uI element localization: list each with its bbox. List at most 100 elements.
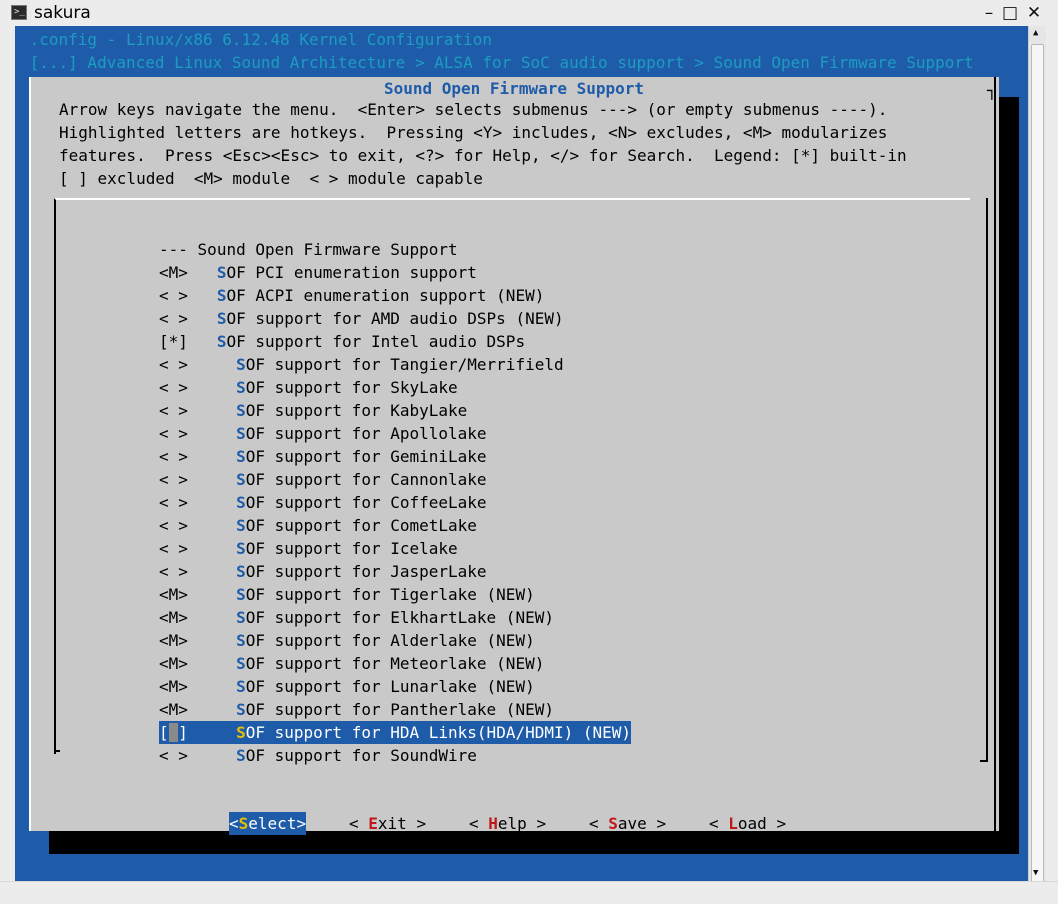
menu-item-hotkey: S	[236, 493, 246, 512]
button-hotkey: E	[368, 814, 378, 833]
menu-item-hotkey: S	[236, 516, 246, 535]
window-bottom-border	[0, 881, 1058, 904]
terminal-icon: >_	[11, 5, 27, 20]
menu-item-label: OF PCI enumeration support	[226, 263, 477, 282]
menu-item[interactable]: < > SOF support for SkyLake	[159, 376, 458, 399]
menu-item-hotkey: S	[236, 447, 246, 466]
window-titlebar: >_ sakura – □ ✕	[0, 0, 1058, 26]
menu-item[interactable]: < > SOF support for Tangier/Merrifield	[159, 353, 564, 376]
menu-item-label: OF support for Alderlake (NEW)	[245, 631, 535, 650]
menu-item-label: Sound Open Firmware Support	[197, 240, 458, 259]
menu-item[interactable]: <M> SOF support for Alderlake (NEW)	[159, 629, 535, 652]
menu-item-state: < >	[159, 562, 188, 581]
breadcrumb: [...] Advanced Linux Sound Architecture …	[20, 53, 974, 72]
menu-item-label: OF support for KabyLake	[245, 401, 468, 420]
menu-item-hotkey: S	[236, 539, 246, 558]
close-button[interactable]: ✕	[1024, 3, 1044, 23]
menu-item-state: [ ]	[159, 723, 188, 742]
menu-item-state: < >	[159, 470, 188, 489]
select-button[interactable]: <Select>	[229, 812, 307, 835]
button-hotkey: S	[608, 814, 618, 833]
menu-item-hotkey: S	[236, 723, 246, 742]
menu-item-label: OF support for Pantherlake (NEW)	[245, 700, 554, 719]
menu-item-hotkey: S	[236, 746, 246, 765]
menu-item-state: [*]	[159, 332, 188, 351]
menu-item[interactable]: <M> SOF support for Tigerlake (NEW)	[159, 583, 535, 606]
menu-item[interactable]: < > SOF support for KabyLake	[159, 399, 467, 422]
menu-item[interactable]: <M> SOF support for Pantherlake (NEW)	[159, 698, 554, 721]
menu-item-hotkey: S	[236, 470, 246, 489]
menu-item-label: OF ACPI enumeration support (NEW)	[226, 286, 545, 305]
exit-button[interactable]: < Exit >	[349, 812, 426, 835]
menu-item-state: <M>	[159, 263, 188, 282]
menu-item-label: OF support for Meteorlake (NEW)	[245, 654, 545, 673]
menu-item-label: OF support for Tigerlake (NEW)	[245, 585, 535, 604]
help-line-1: Arrow keys navigate the menu. <Enter> se…	[59, 100, 888, 119]
load-button[interactable]: < Load >	[709, 812, 786, 835]
menu-item-label: OF support for JasperLake	[245, 562, 487, 581]
window-title: sakura	[34, 3, 91, 23]
menu-item-state: < >	[159, 355, 188, 374]
menu-item-state: < >	[159, 401, 188, 420]
menu-item[interactable]: < > SOF support for AMD audio DSPs (NEW)	[159, 307, 564, 330]
menu-item[interactable]: < > SOF support for Icelake	[159, 537, 458, 560]
menu-item-hotkey: S	[236, 608, 246, 627]
text-cursor	[168, 723, 179, 742]
scroll-up-arrow-icon[interactable]: ▲	[1033, 28, 1038, 38]
menu-item-label: OF support for Intel audio DSPs	[226, 332, 526, 351]
help-line-3: features. Press <Esc><Esc> to exit, <?> …	[59, 146, 907, 165]
menu-item[interactable]: <M> SOF support for ElkhartLake (NEW)	[159, 606, 554, 629]
menu-item-selected[interactable]: [ ] SOF support for HDA Links(HDA/HDMI) …	[159, 721, 632, 744]
menu-item-hotkey: S	[216, 332, 227, 351]
minimize-button[interactable]: –	[979, 3, 999, 23]
menu-item-hotkey: S	[236, 562, 246, 581]
save-button[interactable]: < Save >	[589, 812, 666, 835]
button-hotkey: H	[488, 814, 498, 833]
menu-item-state: <M>	[159, 608, 188, 627]
menu-item[interactable]: < > SOF support for SoundWire	[159, 744, 477, 767]
menu-item-label: OF support for CoffeeLake	[245, 493, 487, 512]
menu-item-hotkey: S	[236, 355, 246, 374]
menu-item[interactable]: < > SOF support for Apollolake	[159, 422, 487, 445]
menu-item-label: OF support for SkyLake	[245, 378, 458, 397]
help-button[interactable]: < Help >	[469, 812, 546, 835]
maximize-button[interactable]: □	[1000, 3, 1020, 23]
help-line-2: Highlighted letters are hotkeys. Pressin…	[59, 123, 888, 142]
help-line-4: [ ] excluded <M> module < > module capab…	[59, 169, 483, 188]
dialog-title: Sound Open Firmware Support	[383, 79, 645, 98]
menu-item-hotkey: S	[236, 677, 246, 696]
menu-item-label: OF support for Cannonlake	[245, 470, 487, 489]
menu-item-label: OF support for CometLake	[245, 516, 477, 535]
menu-item[interactable]: <M> SOF PCI enumeration support	[159, 261, 477, 284]
menu-item[interactable]: <M> SOF support for Lunarlake (NEW)	[159, 675, 535, 698]
menu-item-state: < >	[159, 286, 188, 305]
menu-item[interactable]: < > SOF ACPI enumeration support (NEW)	[159, 284, 544, 307]
menu-item-label: OF support for ElkhartLake (NEW)	[245, 608, 554, 627]
menu-item[interactable]: < > SOF support for Cannonlake	[159, 468, 487, 491]
menu-item-state: <M>	[159, 585, 188, 604]
dialog-shadow-right	[999, 97, 1019, 851]
menu-item[interactable]: --- Sound Open Firmware Support	[159, 238, 458, 261]
terminal-screen[interactable]: .config - Linux/x86 6.12.48 Kernel Confi…	[15, 26, 1028, 881]
menu-item-label: OF support for Icelake	[245, 539, 458, 558]
menuconfig-dialog: ┐ Sound Open Firmware Support Arrow keys…	[29, 77, 999, 835]
menu-item-hotkey: S	[236, 378, 246, 397]
menu-item[interactable]: < > SOF support for GeminiLake	[159, 445, 487, 468]
menu-item-state: ---	[159, 240, 188, 259]
menu-item[interactable]: < > SOF support for CometLake	[159, 514, 477, 537]
menu-item-hotkey: S	[216, 286, 227, 305]
menu-item[interactable]: < > SOF support for CoffeeLake	[159, 491, 487, 514]
menu-item[interactable]: [*] SOF support for Intel audio DSPs	[159, 330, 525, 353]
menu-item-state: < >	[159, 493, 188, 512]
menu-item-hotkey: S	[216, 263, 227, 282]
menu-item[interactable]: <M> SOF support for Meteorlake (NEW)	[159, 652, 544, 675]
config-header: .config - Linux/x86 6.12.48 Kernel Confi…	[20, 30, 493, 49]
menu-item[interactable]: < > SOF support for JasperLake	[159, 560, 487, 583]
menu-item-label: OF support for GeminiLake	[245, 447, 487, 466]
menu-item-state: < >	[159, 378, 188, 397]
menu-item-hotkey: S	[236, 654, 246, 673]
scroll-down-arrow-icon[interactable]: ▼	[1033, 868, 1038, 878]
scrollbar-thumb[interactable]	[1031, 44, 1044, 886]
menu-item-label: OF support for Apollolake	[245, 424, 487, 443]
terminal-scrollbar[interactable]: ▲ ▼	[1028, 26, 1046, 886]
